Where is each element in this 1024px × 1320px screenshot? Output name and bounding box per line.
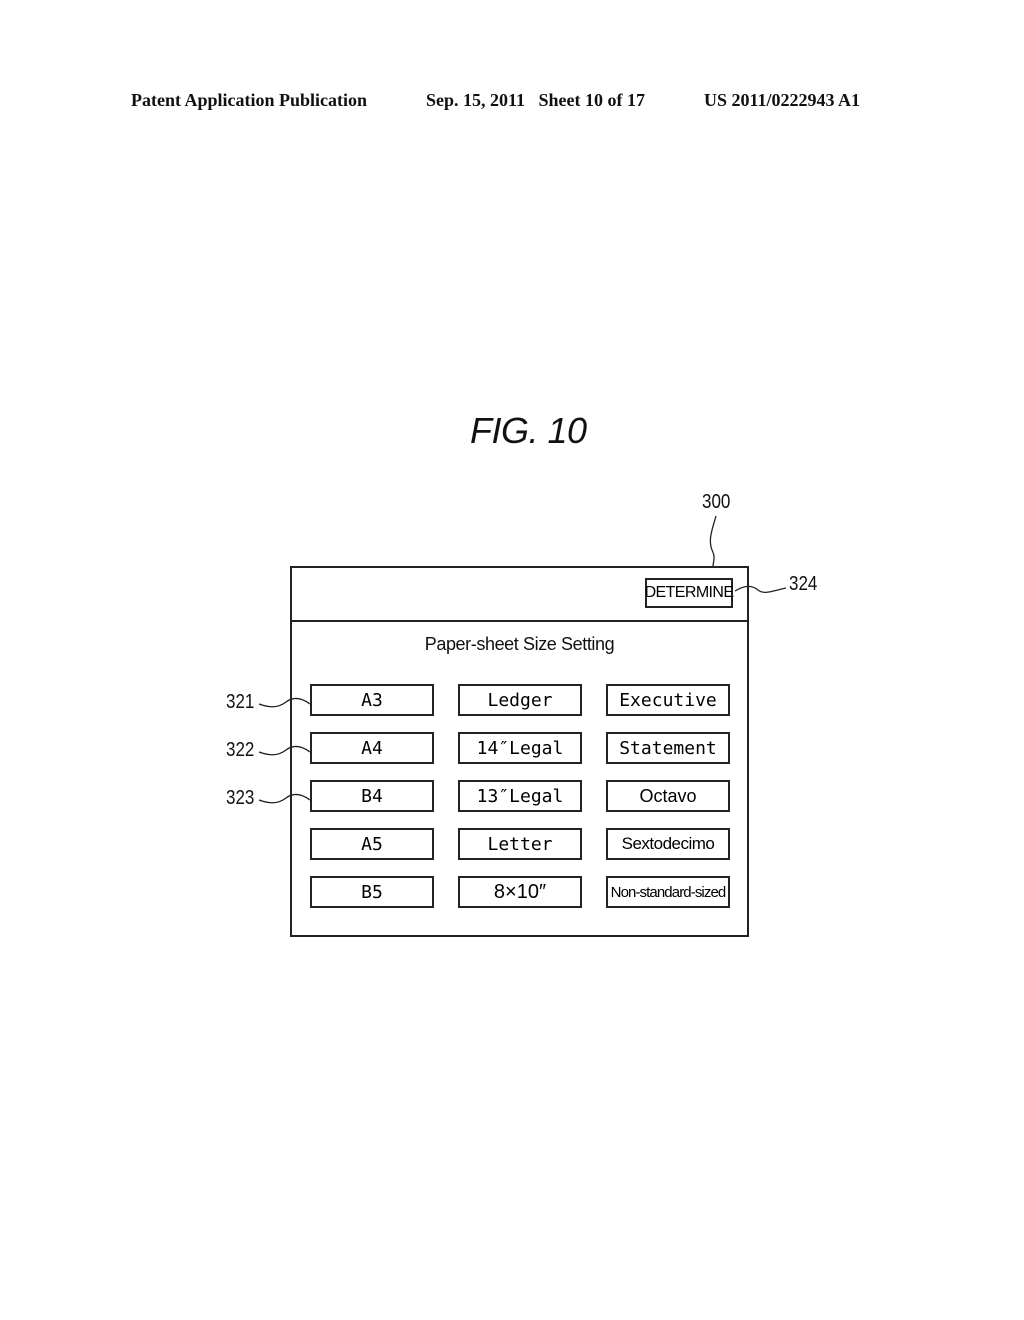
screen-heading: Paper-sheet Size Setting — [424, 634, 615, 654]
size-button-octavo[interactable]: Octavo — [606, 780, 730, 812]
ref-324: 324 — [789, 573, 818, 595]
size-button-non-standard[interactable]: Non-standard-sized — [606, 876, 730, 908]
size-button-statement[interactable]: Statement — [606, 732, 730, 764]
date-sheet-label: Sep. 15, 2011 Sheet 10 of 17 — [426, 90, 646, 110]
size-button-a5[interactable]: A5 — [310, 828, 434, 860]
size-button-executive[interactable]: Executive — [606, 684, 730, 716]
determine-button[interactable]: DETERMINE — [645, 578, 734, 608]
figure-title: FIG. 10 — [470, 410, 587, 451]
leader-line-300 — [709, 515, 717, 567]
size-button-a4[interactable]: A4 — [310, 732, 434, 764]
publication-label: Patent Application Publication — [131, 90, 368, 110]
ref-300: 300 — [702, 491, 731, 513]
paper-size-setting-screen: DETERMINE Paper-sheet Size Setting A3 Le… — [290, 566, 749, 937]
size-button-ledger[interactable]: Ledger — [458, 684, 582, 716]
size-button-14-legal[interactable]: 14″Legal — [458, 732, 582, 764]
title-bar: DETERMINE — [292, 568, 747, 622]
size-button-letter[interactable]: Letter — [458, 828, 582, 860]
size-button-8x10[interactable]: 8×10″ — [458, 876, 582, 908]
patent-number: US 2011/0222943 A1 — [704, 90, 861, 110]
ref-322: 322 — [226, 739, 255, 761]
ref-323: 323 — [226, 787, 255, 809]
ref-321: 321 — [226, 691, 255, 713]
size-button-b4[interactable]: B4 — [310, 780, 434, 812]
size-button-a3[interactable]: A3 — [310, 684, 434, 716]
paper-size-grid: A3 Ledger Executive A4 14″Legal Statemen… — [310, 684, 730, 908]
size-button-b5[interactable]: B5 — [310, 876, 434, 908]
size-button-13-legal[interactable]: 13″Legal — [458, 780, 582, 812]
size-button-sextodecimo[interactable]: Sextodecimo — [606, 828, 730, 860]
patent-header: Patent Application Publication Sep. 15, … — [131, 90, 891, 114]
